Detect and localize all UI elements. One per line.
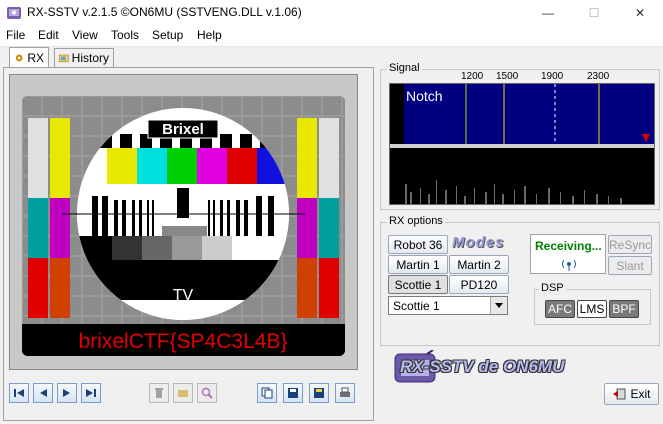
scale-2300: 2300 [587,71,610,82]
maximize-icon: ☐ [588,6,600,20]
skip-last-icon [86,389,96,397]
rx-options-label: RX options [387,215,445,227]
scale-1500: 1500 [496,71,519,82]
resync-button[interactable]: ReSync [608,235,652,254]
copy-button[interactable] [257,383,277,403]
martin2-label: Martin 2 [457,257,501,272]
robot36-label: Robot 36 [393,237,443,252]
app-logo-text: RX-SSTV de ON6MU [400,357,565,376]
menu-bar: File Edit View Tools Setup Help [0,26,663,47]
trash-icon [155,388,163,398]
maximize-button[interactable]: ☐ [571,0,617,26]
next-button[interactable] [57,383,77,403]
spectrum-waterfall: Notch [389,83,655,205]
brand-text: Brixel [162,121,204,138]
next-icon [63,389,70,397]
delete-button[interactable] [149,383,169,403]
pd120-button[interactable]: PD120 [449,275,509,294]
menu-file[interactable]: File [6,28,25,42]
channel-text: TV [173,287,194,304]
previous-icon [40,389,47,397]
receiving-status-panel: Receiving... [530,234,606,274]
save-button[interactable] [283,383,303,403]
scottie1-label: Scottie 1 [394,277,442,292]
app-icon [7,7,21,19]
signal-label: Signal [387,62,422,74]
martin1-label: Martin 1 [396,257,440,272]
menu-edit[interactable]: Edit [38,28,59,42]
close-icon: ✕ [634,6,646,20]
tab-rx[interactable]: RX [9,47,49,68]
lms-label: LMS [579,302,605,316]
scottie1-button[interactable]: Scottie 1 [388,275,448,294]
mode-select[interactable]: Scottie 1 [388,296,508,315]
copy-icon [261,387,273,399]
afc-label: AFC [548,302,572,316]
receiving-status: Receiving... [535,239,602,253]
menu-tools[interactable]: Tools [111,28,139,42]
menu-view[interactable]: View [72,28,98,42]
floppy-icon [288,388,298,398]
scale-1200: 1200 [461,71,484,82]
save-as-button[interactable] [309,383,329,403]
magnifier-icon [201,387,213,399]
menu-setup[interactable]: Setup [152,28,183,42]
minimize-icon: — [542,6,554,20]
previous-button[interactable] [33,383,53,403]
slant-button[interactable]: Slant [608,256,652,275]
exit-button[interactable]: Exit [604,383,659,405]
printer-icon [340,387,350,397]
tab-history-label: History [71,51,109,65]
martin1-button[interactable]: Martin 1 [388,255,448,274]
gear-icon [15,54,23,62]
print-button[interactable] [335,383,355,403]
tab-history[interactable]: History [54,48,114,67]
bpf-toggle[interactable]: BPF [609,300,639,318]
received-image: Brixel TV brixelCTF{SP4C3L4B} [22,96,345,356]
mode-select-value: Scottie 1 [393,299,440,313]
lms-toggle[interactable]: LMS [577,300,607,318]
menu-help[interactable]: Help [197,28,222,42]
pd120-label: PD120 [460,277,498,292]
modes-logo: Modes [452,234,505,251]
afc-toggle[interactable]: AFC [545,300,575,318]
chevron-down-icon [495,303,503,308]
martin2-button[interactable]: Martin 2 [449,255,509,274]
zoom-button[interactable] [197,383,217,403]
antenna-icon [562,259,576,271]
dsp-label: DSP [539,282,566,294]
exit-label: Exit [630,387,651,401]
last-button[interactable] [81,383,101,403]
slant-label: Slant [616,258,644,273]
close-button[interactable]: ✕ [617,0,663,26]
tab-rx-label: RX [27,51,44,65]
window-title: RX-SSTV v.2.1.5 ©ON6MU (SSTVENG.DLL v.1.… [27,5,302,19]
title-bar: RX-SSTV v.2.1.5 ©ON6MU (SSTVENG.DLL v.1.… [0,0,663,26]
minimize-button[interactable]: — [525,0,571,26]
first-button[interactable] [9,383,29,403]
bpf-label: BPF [612,302,636,316]
robot36-button[interactable]: Robot 36 [388,235,448,254]
flag-text: brixelCTF{SP4C3L4B} [79,330,288,353]
resync-label: ReSync [608,237,652,252]
floppy-edit-icon [314,388,324,398]
scale-1900: 1900 [541,71,564,82]
notch-label: Notch [406,88,443,104]
exit-door-icon [613,388,626,400]
open-folder-button[interactable] [173,383,193,403]
skip-first-icon [14,389,24,397]
test-card-image: Brixel TV brixelCTF{SP4C3L4B} [22,96,345,356]
folder-image-icon [59,54,69,63]
folder-icon [178,390,188,397]
mode-select-dropdown[interactable] [490,297,507,314]
